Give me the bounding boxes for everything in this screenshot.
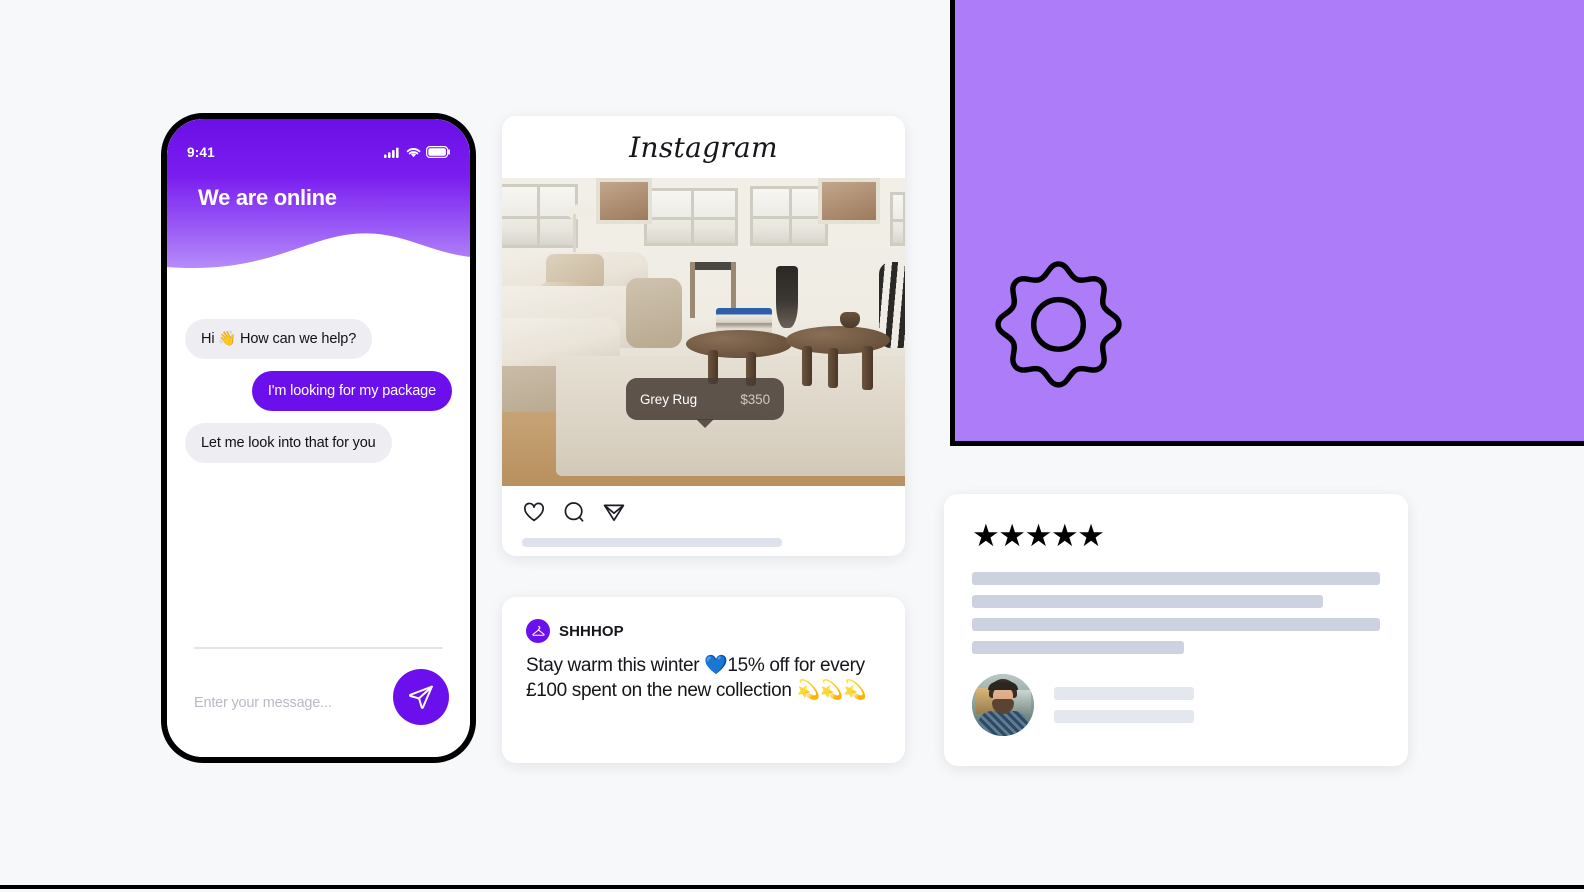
review-author xyxy=(972,674,1194,736)
message-input[interactable] xyxy=(194,695,384,711)
brand-avatar xyxy=(526,619,550,643)
canvas: 9:41 We are online Hi 👋 How can we help?… xyxy=(0,0,1584,892)
composer-divider xyxy=(194,647,443,649)
star-rating: ★★★★★ xyxy=(972,518,1105,553)
chat-bubble-incoming: Let me look into that for you xyxy=(185,423,392,464)
heart-icon[interactable] xyxy=(522,500,546,524)
status-time: 9:41 xyxy=(187,144,215,160)
product-tag-price: $350 xyxy=(740,391,770,407)
photo-wall-art xyxy=(818,178,880,224)
clothes-hanger-icon xyxy=(531,625,545,636)
comment-icon[interactable] xyxy=(562,500,586,524)
promo-text: Stay warm this winter 💙15% off for every… xyxy=(526,655,867,702)
battery-icon xyxy=(426,146,450,158)
photo-mug xyxy=(840,312,860,328)
review-line xyxy=(972,618,1380,631)
purple-feature-panel xyxy=(950,0,1584,446)
phone-mockup: 9:41 We are online Hi 👋 How can we help?… xyxy=(161,113,476,763)
photo-window xyxy=(890,192,905,246)
instagram-logo: Instagram xyxy=(629,130,778,164)
gear-icon xyxy=(995,261,1122,388)
photo-table-leg xyxy=(802,346,812,386)
avatar-cap xyxy=(988,682,1018,690)
chat-message-list: Hi 👋 How can we help? I'm looking for my… xyxy=(167,319,470,647)
product-tag-name: Grey Rug xyxy=(640,391,697,407)
review-line xyxy=(972,595,1323,608)
bottom-divider xyxy=(0,885,1584,889)
gear-icon-wrapper xyxy=(981,250,1136,405)
product-tag[interactable]: Grey Rug $350 xyxy=(626,378,784,420)
chat-bubble-outgoing: I'm looking for my package xyxy=(251,371,452,412)
photo-wall-art xyxy=(596,178,652,224)
review-line xyxy=(972,641,1185,654)
promo-brand-row: SHHHOP xyxy=(526,619,881,643)
photo-window xyxy=(502,184,578,248)
photo-window xyxy=(750,186,828,246)
instagram-post-card: Instagram Grey Rug $350 xyxy=(502,116,905,556)
promo-post-card: SHHHOP Stay warm this winter 💙15% off fo… xyxy=(502,597,905,763)
message-composer xyxy=(167,647,470,757)
brand-name: SHHHOP xyxy=(559,622,624,640)
review-body-placeholder xyxy=(972,572,1380,654)
photo-floor-lamp xyxy=(568,204,594,219)
chat-bubble-incoming: Hi 👋 How can we help? xyxy=(185,319,373,360)
share-icon[interactable] xyxy=(602,500,626,524)
author-line xyxy=(1054,710,1194,723)
status-bar: 9:41 xyxy=(167,143,470,161)
caption-placeholder-bar xyxy=(522,538,782,547)
instagram-card-header: Instagram xyxy=(502,116,905,178)
photo-vase xyxy=(776,266,798,328)
author-line xyxy=(1054,687,1194,700)
phone-screen: 9:41 We are online Hi 👋 How can we help?… xyxy=(167,119,470,757)
photo-table-leg xyxy=(862,346,873,390)
phone-header-title: We are online xyxy=(198,185,337,210)
review-line xyxy=(972,572,1380,585)
send-paper-plane-icon xyxy=(409,685,433,709)
review-card: ★★★★★ xyxy=(944,494,1408,766)
instagram-post-photo: Grey Rug $350 xyxy=(502,178,905,486)
photo-coffee-table xyxy=(686,330,792,358)
photo-sofa-chaise xyxy=(626,278,682,348)
instagram-action-bar xyxy=(502,486,905,524)
send-button[interactable] xyxy=(393,669,449,725)
author-placeholder xyxy=(1054,687,1194,723)
avatar-shirt xyxy=(978,711,1028,736)
photo-table-leg xyxy=(828,348,838,388)
status-icon-group xyxy=(384,146,450,158)
photo-window xyxy=(644,188,738,246)
wifi-icon xyxy=(406,147,421,157)
signal-icon xyxy=(384,147,399,158)
avatar xyxy=(972,674,1034,736)
